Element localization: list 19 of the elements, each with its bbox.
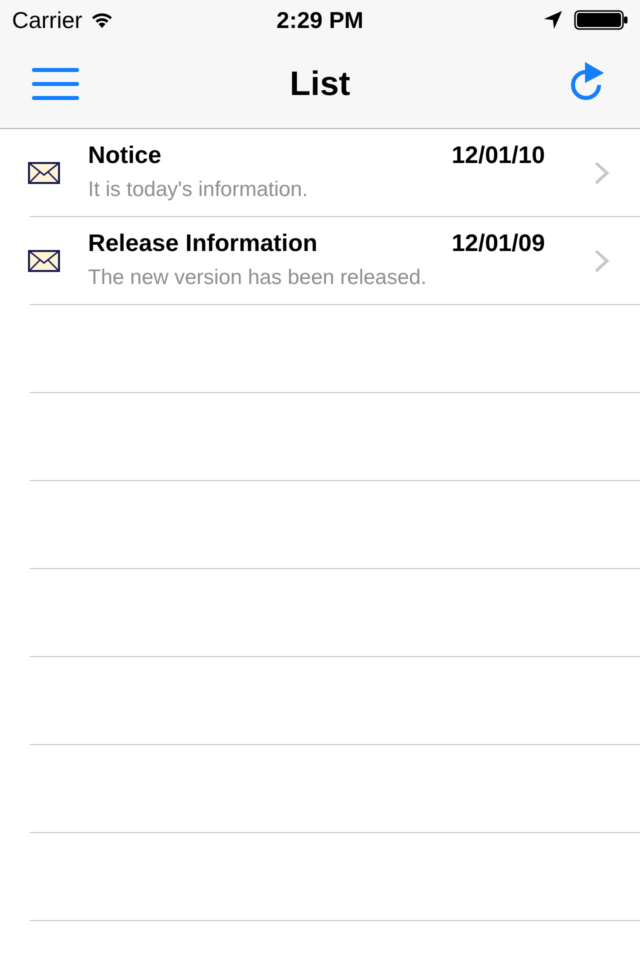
wifi-icon: [90, 11, 114, 29]
row-title: Notice: [88, 141, 162, 171]
status-time: 2:29 PM: [276, 6, 364, 34]
row-title: Release Information: [88, 229, 318, 259]
chevron-icon: [594, 249, 609, 273]
row-subtitle: It is today's information.: [88, 177, 309, 203]
carrier-label: Carrier: [12, 6, 82, 34]
chevron-icon: [594, 161, 609, 185]
list-row[interactable]: Notice 12/01/10 It is today's information.: [0, 129, 640, 217]
nav-title: List: [290, 64, 350, 104]
row-date: 12/01/10: [452, 141, 545, 171]
location-arrow-icon: [544, 11, 562, 29]
battery-icon: [574, 10, 628, 30]
row-subtitle: The new version has been released.: [88, 265, 428, 291]
list-row[interactable]: Release Information 12/01/09 The new version has been released.: [0, 217, 640, 305]
row-date: 12/01/09: [452, 229, 545, 259]
envelope-icon: [28, 250, 60, 272]
menu-button[interactable]: [32, 66, 80, 102]
envelope-icon: [28, 162, 60, 184]
